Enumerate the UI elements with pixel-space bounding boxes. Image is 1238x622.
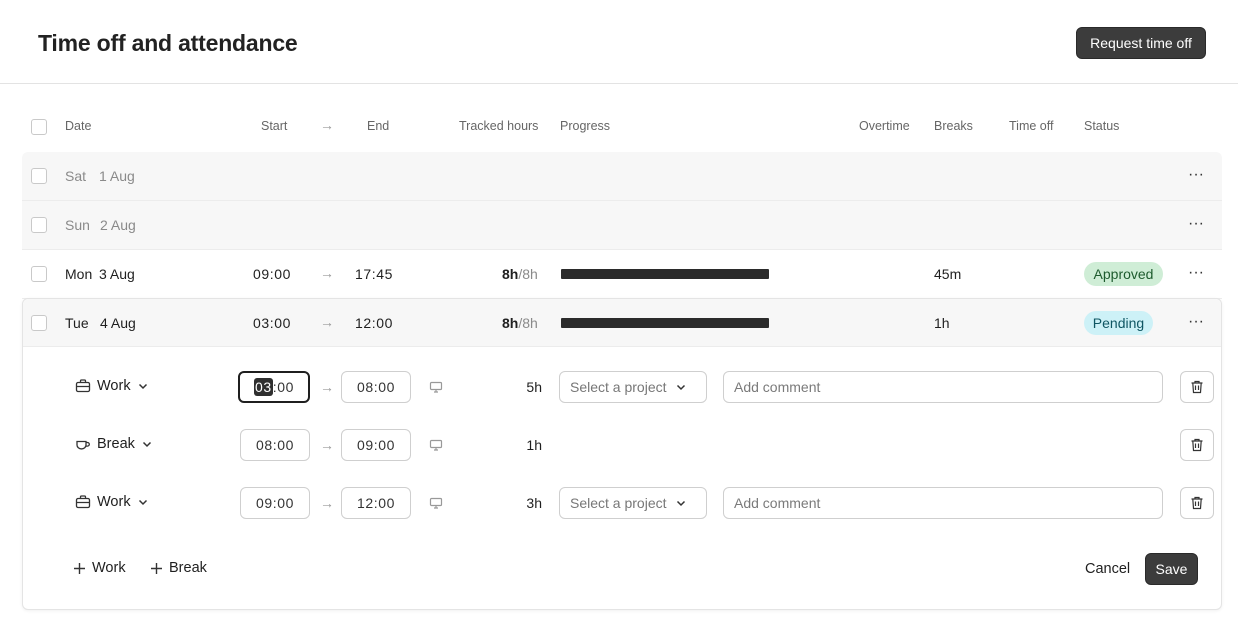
arrow-right-icon: → bbox=[320, 379, 334, 395]
coffee-cup-icon bbox=[76, 440, 90, 450]
row-target: /8h bbox=[518, 315, 538, 331]
briefcase-icon bbox=[75, 379, 91, 393]
row-date: 4 Aug bbox=[100, 315, 136, 331]
trash-icon bbox=[1191, 438, 1203, 452]
status-badge: Pending bbox=[1084, 311, 1153, 335]
briefcase-icon bbox=[75, 495, 91, 509]
arrow-right-icon: → bbox=[320, 117, 334, 133]
entry-type-label: Break bbox=[97, 436, 135, 452]
plus-icon bbox=[74, 562, 85, 574]
entry-duration: 5h bbox=[526, 379, 542, 395]
arrow-right-icon: → bbox=[320, 265, 334, 281]
col-breaks: Breaks bbox=[934, 119, 973, 133]
row-date: 3 Aug bbox=[99, 266, 135, 282]
entry-type-select[interactable]: Work bbox=[75, 494, 149, 510]
start-time-input[interactable]: 03:00 bbox=[238, 371, 310, 403]
chevron-down-icon bbox=[676, 384, 685, 391]
chevron-down-icon bbox=[138, 383, 147, 390]
request-time-off-button[interactable]: Request time off bbox=[1076, 27, 1206, 59]
delete-entry-button[interactable] bbox=[1180, 371, 1214, 403]
start-minute-segment[interactable]: :00 bbox=[273, 379, 294, 395]
entry-type-select[interactable]: Break bbox=[75, 436, 153, 452]
chevron-down-icon bbox=[142, 441, 151, 448]
project-select[interactable]: Select a project bbox=[559, 371, 707, 403]
project-select-placeholder: Select a project bbox=[570, 495, 667, 511]
progress-bar bbox=[561, 269, 769, 279]
delete-entry-button[interactable] bbox=[1180, 487, 1214, 519]
arrow-right-icon: → bbox=[320, 495, 334, 511]
row-breaks: 1h bbox=[934, 315, 950, 331]
arrow-right-icon: → bbox=[320, 314, 334, 330]
add-work-label: Work bbox=[92, 560, 126, 576]
more-icon[interactable]: ··· bbox=[1188, 167, 1204, 183]
col-progress: Progress bbox=[560, 119, 611, 133]
entry-type-label: Work bbox=[97, 378, 131, 394]
start-time-input[interactable]: 08:00 bbox=[240, 429, 310, 461]
row-tracked: 8h bbox=[502, 266, 519, 282]
col-time-off: Time off bbox=[1009, 119, 1054, 133]
comment-input[interactable] bbox=[723, 371, 1163, 403]
col-end: End bbox=[367, 119, 390, 133]
row-divider bbox=[22, 249, 1222, 250]
more-icon[interactable]: ··· bbox=[1188, 314, 1204, 330]
col-overtime: Overtime bbox=[859, 119, 910, 133]
entry-type-label: Work bbox=[97, 494, 131, 510]
trash-icon bbox=[1191, 380, 1203, 394]
page-title: Time off and attendance bbox=[38, 30, 298, 56]
row-checkbox[interactable] bbox=[31, 168, 47, 184]
row-tracked: 8h bbox=[502, 315, 519, 331]
cancel-button[interactable]: Cancel bbox=[1085, 561, 1130, 577]
chevron-down-icon bbox=[676, 500, 685, 507]
end-time-input[interactable]: 09:00 bbox=[341, 429, 411, 461]
page-header: Time off and attendance Request time off bbox=[0, 0, 1238, 84]
add-work-button[interactable]: Work bbox=[73, 560, 126, 576]
row-checkbox[interactable] bbox=[31, 217, 47, 233]
end-time-input[interactable]: 08:00 bbox=[341, 371, 411, 403]
end-time-input[interactable]: 12:00 bbox=[341, 487, 411, 519]
arrow-right-icon: → bbox=[320, 437, 334, 453]
delete-entry-button[interactable] bbox=[1180, 429, 1214, 461]
plus-icon bbox=[151, 562, 162, 574]
row-target: /8h bbox=[518, 266, 538, 282]
start-hour-segment[interactable]: 03 bbox=[253, 378, 273, 396]
monitor-icon bbox=[429, 381, 443, 393]
row-day: Sat bbox=[65, 168, 87, 184]
row-checkbox[interactable] bbox=[31, 315, 47, 331]
entry-duration: 1h bbox=[526, 437, 542, 453]
select-all-checkbox[interactable] bbox=[31, 119, 47, 135]
row-date: 2 Aug bbox=[100, 217, 136, 233]
monitor-icon bbox=[429, 497, 443, 509]
monitor-icon bbox=[429, 439, 443, 451]
col-status: Status bbox=[1084, 119, 1120, 133]
save-button[interactable]: Save bbox=[1145, 553, 1198, 585]
comment-input[interactable] bbox=[723, 487, 1163, 519]
chevron-down-icon bbox=[138, 499, 147, 506]
row-breaks: 45m bbox=[934, 266, 962, 282]
row-checkbox[interactable] bbox=[31, 266, 47, 282]
add-break-button[interactable]: Break bbox=[150, 560, 207, 576]
row-end: 17:45 bbox=[355, 266, 394, 282]
more-icon[interactable]: ··· bbox=[1188, 265, 1204, 281]
entry-type-select[interactable]: Work bbox=[75, 378, 149, 394]
row-day: Mon bbox=[65, 266, 93, 282]
entry-duration: 3h bbox=[526, 495, 542, 511]
row-divider bbox=[22, 200, 1222, 201]
progress-bar bbox=[561, 318, 769, 328]
row-date: 1 Aug bbox=[99, 168, 135, 184]
status-badge: Approved bbox=[1084, 262, 1163, 286]
row-end: 12:00 bbox=[355, 315, 394, 331]
row-start: 03:00 bbox=[253, 315, 292, 331]
more-icon[interactable]: ··· bbox=[1188, 216, 1204, 232]
start-time-input[interactable]: 09:00 bbox=[240, 487, 310, 519]
col-tracked-hours: Tracked hours bbox=[459, 119, 539, 133]
row-day: Tue bbox=[65, 315, 89, 331]
col-date: Date bbox=[65, 119, 92, 133]
add-break-label: Break bbox=[169, 560, 207, 576]
col-start: Start bbox=[261, 119, 288, 133]
row-start: 09:00 bbox=[253, 266, 292, 282]
row-day: Sun bbox=[65, 217, 90, 233]
trash-icon bbox=[1191, 496, 1203, 510]
project-select-placeholder: Select a project bbox=[570, 379, 667, 395]
project-select[interactable]: Select a project bbox=[559, 487, 707, 519]
